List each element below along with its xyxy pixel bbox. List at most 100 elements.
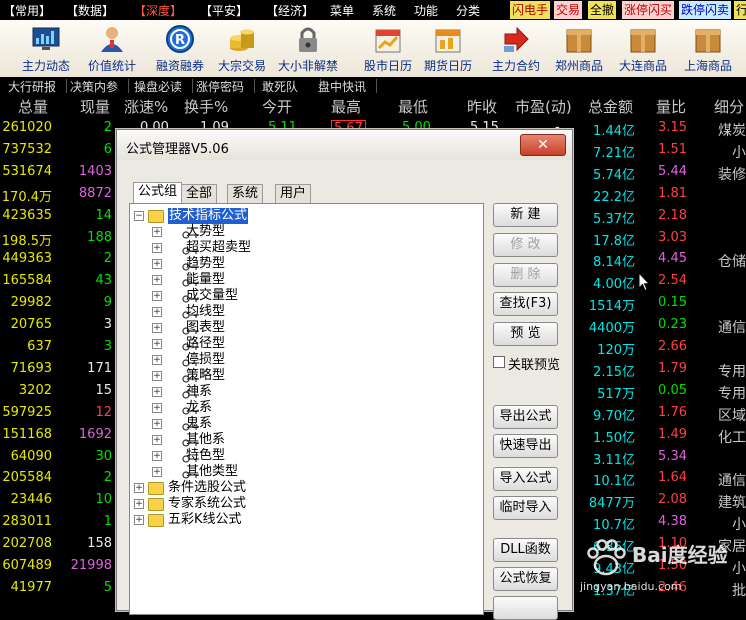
subtab-0[interactable]: 大行研报 xyxy=(8,78,56,95)
dialog-button-10[interactable]: 公式恢复 xyxy=(493,567,558,591)
dialog-button-4[interactable]: 预 览 xyxy=(493,322,558,346)
quick-tab-0[interactable]: 闪电手 xyxy=(510,1,551,19)
subtab-5[interactable]: 盘中快讯 xyxy=(318,78,366,95)
toolbar-button-8[interactable]: 郑州商品 xyxy=(549,20,609,77)
quick-tab-4[interactable]: 跌停闪卖 xyxy=(679,1,732,19)
column-header-1[interactable]: 现量 xyxy=(80,96,110,117)
tab-3[interactable]: 用户 xyxy=(275,184,312,203)
toolbar-button-7[interactable]: 主力合约 xyxy=(486,20,546,77)
dialog-button-9[interactable]: DLL函数 xyxy=(493,538,558,562)
toolbar-button-2[interactable]: R 融资融券 xyxy=(150,20,210,77)
expand-toggle-icon[interactable]: + xyxy=(152,419,162,429)
toolbar-button-1[interactable]: 价值统计 xyxy=(82,20,142,77)
column-header-8[interactable]: 市盈(动) xyxy=(515,96,572,117)
tree-node-formula-type[interactable]: + 趋势型 xyxy=(152,256,352,272)
quick-tab-2[interactable]: 全撤 xyxy=(588,1,617,19)
tree-node-formula-type[interactable]: + 策略型 xyxy=(152,368,352,384)
expand-toggle-icon[interactable]: + xyxy=(152,371,162,381)
subtab-1[interactable]: 决策内参 xyxy=(70,78,118,95)
subtab-3[interactable]: 涨停密码 xyxy=(196,78,244,95)
expand-toggle-icon[interactable]: + xyxy=(152,291,162,301)
checkbox-label: 关联预览 xyxy=(508,358,561,373)
toolbar-button-4[interactable]: 大小非解禁 xyxy=(278,20,338,77)
menu-item-0[interactable]: 【常用】 xyxy=(3,2,51,19)
tree-node-formula-type[interactable]: + 龙系 xyxy=(152,400,352,416)
tree-node-formula-group[interactable]: + 专家系统公式 xyxy=(134,496,334,512)
collapse-toggle-icon[interactable]: − xyxy=(134,211,144,221)
close-button[interactable]: ✕ xyxy=(520,134,566,156)
tree-node-formula-type[interactable]: + 图表型 xyxy=(152,320,352,336)
tree-node-formula-type[interactable]: + 超买超卖型 xyxy=(152,240,352,256)
expand-toggle-icon[interactable]: + xyxy=(152,243,162,253)
menu-item-3[interactable]: 【平安】 xyxy=(200,2,248,19)
expand-toggle-icon[interactable]: + xyxy=(152,403,162,413)
toolbar-button-0[interactable]: 主力动态 xyxy=(16,20,76,77)
toolbar-button-10[interactable]: 上海商品 xyxy=(678,20,738,77)
column-header-2[interactable]: 涨速% xyxy=(124,96,168,117)
dialog-title-bar[interactable]: 公式管理器V5.06 ✕ xyxy=(117,130,572,160)
dialog-button-8[interactable]: 临时导入 xyxy=(493,496,558,520)
quick-tab-1[interactable]: 交易 xyxy=(554,1,583,19)
menu-item-1[interactable]: 【数据】 xyxy=(66,2,114,19)
column-header-0[interactable]: 总量 xyxy=(18,96,48,117)
expand-toggle-icon[interactable]: + xyxy=(152,451,162,461)
quick-tab-3[interactable]: 涨停闪买 xyxy=(622,1,675,19)
column-header-4[interactable]: 今开 xyxy=(262,96,292,117)
expand-toggle-icon[interactable]: + xyxy=(134,515,144,525)
toolbar-button-9[interactable]: 大连商品 xyxy=(613,20,673,77)
toolbar-button-6[interactable]: 期货日历 xyxy=(418,20,478,77)
tree-node-formula-type[interactable]: + 能量型 xyxy=(152,272,352,288)
tree-node-formula-group[interactable]: + 条件选股公式 xyxy=(134,480,334,496)
column-header-3[interactable]: 换手% xyxy=(184,96,228,117)
column-header-6[interactable]: 最低 xyxy=(398,96,428,117)
dialog-button-7[interactable]: 导入公式 xyxy=(493,467,558,491)
tree-node-formula-type[interactable]: + 其他类型 xyxy=(152,464,352,480)
toolbar-button-3[interactable]: 大宗交易 xyxy=(212,20,272,77)
tree-node-formula-type[interactable]: + 路径型 xyxy=(152,336,352,352)
quick-tab-5[interactable]: 行 xyxy=(734,1,746,19)
expand-toggle-icon[interactable]: + xyxy=(152,467,162,477)
menu-item-5[interactable]: 菜单 xyxy=(330,2,354,19)
menu-item-2[interactable]: 【深度】 xyxy=(134,2,182,19)
expand-toggle-icon[interactable]: + xyxy=(152,323,162,333)
dialog-button-6[interactable]: 快速导出 xyxy=(493,434,558,458)
column-header-7[interactable]: 昨收 xyxy=(467,96,497,117)
expand-toggle-icon[interactable]: + xyxy=(152,275,162,285)
tree-node-formula-type[interactable]: + 均线型 xyxy=(152,304,352,320)
tree-node-formula-group[interactable]: + 五彩K线公式 xyxy=(134,512,334,528)
column-header-9[interactable]: 总金额 xyxy=(588,96,633,117)
tree-node-formula-type[interactable]: + 神系 xyxy=(152,384,352,400)
column-header-11[interactable]: 细分 xyxy=(714,96,744,117)
expand-toggle-icon[interactable]: + xyxy=(152,387,162,397)
tree-node-formula-type[interactable]: + 停损型 xyxy=(152,352,352,368)
expand-toggle-icon[interactable]: + xyxy=(134,499,144,509)
menu-item-8[interactable]: 分类 xyxy=(456,2,480,19)
tree-node-formula-type[interactable]: + 大势型 xyxy=(152,224,352,240)
subtab-4[interactable]: 敢死队 xyxy=(262,78,298,95)
expand-toggle-icon[interactable]: + xyxy=(152,339,162,349)
tab-0[interactable]: 公式组 xyxy=(133,182,183,204)
menu-item-6[interactable]: 系统 xyxy=(372,2,396,19)
expand-toggle-icon[interactable]: + xyxy=(152,259,162,269)
tree-node-formula-type[interactable]: + 成交量型 xyxy=(152,288,352,304)
expand-toggle-icon[interactable]: + xyxy=(134,483,144,493)
checkbox-box[interactable] xyxy=(493,356,505,368)
tree-node-formula-type[interactable]: + 其他系 xyxy=(152,432,352,448)
expand-toggle-icon[interactable]: + xyxy=(152,227,162,237)
menu-item-4[interactable]: 【经济】 xyxy=(266,2,314,19)
tree-node-formula-type[interactable]: + 特色型 xyxy=(152,448,352,464)
tree-node-formula-type[interactable]: + 鬼系 xyxy=(152,416,352,432)
expand-toggle-icon[interactable]: + xyxy=(152,435,162,445)
dialog-button-3[interactable]: 查找(F3) xyxy=(493,292,558,316)
menu-item-7[interactable]: 功能 xyxy=(414,2,438,19)
subtab-2[interactable]: 操盘必读 xyxy=(134,78,182,95)
column-header-5[interactable]: 最高 xyxy=(331,96,361,117)
column-header-10[interactable]: 量比 xyxy=(656,96,686,117)
expand-toggle-icon[interactable]: + xyxy=(152,355,162,365)
tab-1[interactable]: 全部 xyxy=(181,184,218,203)
tab-2[interactable]: 系统 xyxy=(227,184,264,203)
tree-node-root[interactable]: − 技术指标公式 xyxy=(134,208,334,224)
expand-toggle-icon[interactable]: + xyxy=(152,307,162,317)
dialog-button-0[interactable]: 新 建 xyxy=(493,203,558,227)
dialog-button-5[interactable]: 导出公式 xyxy=(493,405,558,429)
